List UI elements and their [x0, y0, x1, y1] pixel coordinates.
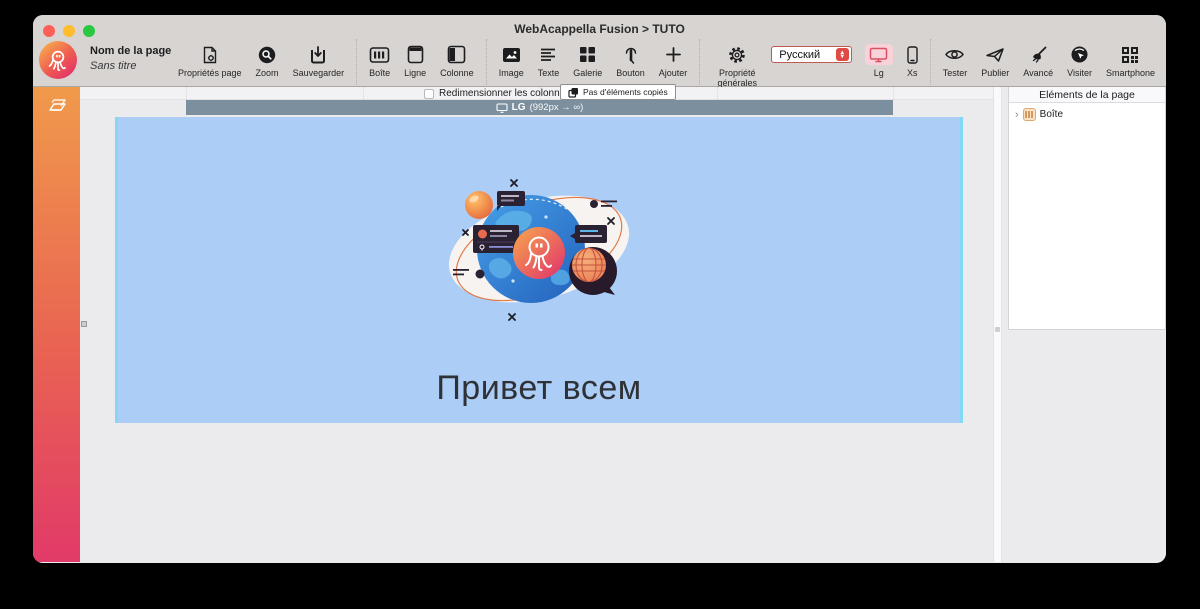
toolbar-separator — [356, 39, 357, 91]
page-canvas[interactable]: Привет всем — [115, 117, 963, 423]
language-select[interactable]: Русский ▲▼ — [771, 46, 851, 63]
page-name-block[interactable]: Nom de la page Sans titre — [90, 45, 171, 72]
text-tool-button[interactable]: Texte — [531, 44, 567, 78]
test-button[interactable]: Tester — [936, 44, 975, 78]
gear-icon — [727, 44, 747, 65]
breakpoint-xs-button[interactable]: Xs — [900, 44, 925, 78]
image-icon — [502, 44, 521, 65]
window-title: WebAcappella Fusion > TUTO — [33, 15, 1166, 43]
select-stepper-icon: ▲▼ — [836, 48, 849, 61]
column-icon — [447, 44, 466, 65]
gallery-tool-button[interactable]: Galerie — [566, 44, 609, 78]
breakpoint-range: (992px → ∞) — [530, 102, 584, 113]
qr-code-icon — [1121, 44, 1139, 65]
eye-icon — [944, 44, 965, 65]
globe-cursor-icon — [1070, 44, 1089, 65]
button-tool-button[interactable]: Bouton — [609, 44, 652, 78]
column-tool-button[interactable]: Colonne — [433, 44, 481, 78]
workarea: Redimensionner les colonnes Pas d'élémen… — [80, 87, 993, 562]
save-button[interactable]: Sauvegarder — [286, 44, 352, 78]
left-resize-handle[interactable] — [81, 321, 87, 327]
smartphone-qr-button[interactable]: Smartphone — [1099, 44, 1162, 78]
panel-divider[interactable] — [993, 87, 1002, 562]
resize-columns-control[interactable]: Redimensionner les colonnes — [424, 88, 570, 99]
greeting-text[interactable]: Привет всем — [118, 369, 960, 408]
panel-title: Eléments de la page — [1009, 87, 1165, 103]
zoom-icon — [257, 44, 277, 65]
paper-plane-icon — [985, 44, 1005, 65]
save-icon — [308, 44, 328, 65]
gallery-icon — [579, 44, 596, 65]
language-value: Русский — [779, 49, 835, 61]
row-tool-button[interactable]: Ligne — [397, 44, 433, 78]
left-sidebar — [33, 87, 80, 562]
plus-icon — [665, 44, 682, 65]
hero-illustration[interactable] — [443, 175, 635, 328]
page-elements-panel: Eléments de la page › Boîte — [1008, 87, 1166, 330]
row-icon — [407, 44, 424, 65]
general-properties-button[interactable]: Propriété générales — [705, 44, 769, 88]
tree-item-label: Boîte — [1040, 109, 1063, 120]
copy-icon — [568, 87, 579, 98]
header: WebAcappella Fusion > TUTO Nom de la pag… — [33, 15, 1166, 87]
page-subtitle: Sans titre — [90, 60, 171, 72]
phone-icon — [907, 44, 918, 65]
image-tool-button[interactable]: Image — [492, 44, 531, 78]
desktop-icon — [865, 44, 893, 65]
page-properties-icon — [200, 44, 220, 65]
box-element-icon — [1023, 108, 1036, 121]
app-window: WebAcappella Fusion > TUTO Nom de la pag… — [33, 15, 1166, 563]
zoom-button[interactable]: Zoom — [249, 44, 286, 78]
page-properties-button[interactable]: Propriétés page — [171, 44, 249, 78]
toolbar-separator — [930, 39, 931, 91]
add-tool-button[interactable]: Ajouter — [652, 44, 695, 78]
divider-grip[interactable] — [995, 327, 1000, 332]
breakpoint-bar[interactable]: LG (992px → ∞) — [186, 100, 893, 115]
broom-icon — [1029, 44, 1048, 65]
pages-stack-icon[interactable] — [44, 96, 70, 121]
resize-columns-label: Redimensionner les colonnes — [439, 88, 570, 99]
tree-item-boite[interactable]: › Boîte — [1009, 103, 1165, 121]
clipboard-status-label: Pas d'éléments copiés — [583, 87, 668, 97]
globe-illustration-image — [443, 175, 635, 323]
app-logo — [39, 41, 77, 79]
chevron-right-icon[interactable]: › — [1015, 110, 1019, 120]
text-icon — [539, 44, 557, 65]
clipboard-status-button[interactable]: Pas d'éléments copiés — [560, 84, 676, 100]
right-column: Eléments de la page › Boîte — [1002, 87, 1166, 562]
box-icon — [369, 44, 390, 65]
publish-button[interactable]: Publier — [974, 44, 1016, 78]
octopus-icon — [45, 47, 71, 73]
monitor-icon — [496, 103, 508, 113]
resize-columns-checkbox[interactable] — [424, 89, 434, 99]
toolbar-separator — [699, 39, 700, 91]
visit-button[interactable]: Visiter — [1060, 44, 1099, 78]
page-name: Nom de la page — [90, 45, 171, 57]
toolbar-separator — [486, 39, 487, 91]
breakpoint-name: LG — [512, 102, 526, 113]
breakpoint-lg-button[interactable]: Lg — [858, 44, 900, 78]
advanced-button[interactable]: Avancé — [1016, 44, 1060, 78]
box-tool-button[interactable]: Boîte — [362, 44, 397, 78]
button-icon — [622, 44, 640, 65]
